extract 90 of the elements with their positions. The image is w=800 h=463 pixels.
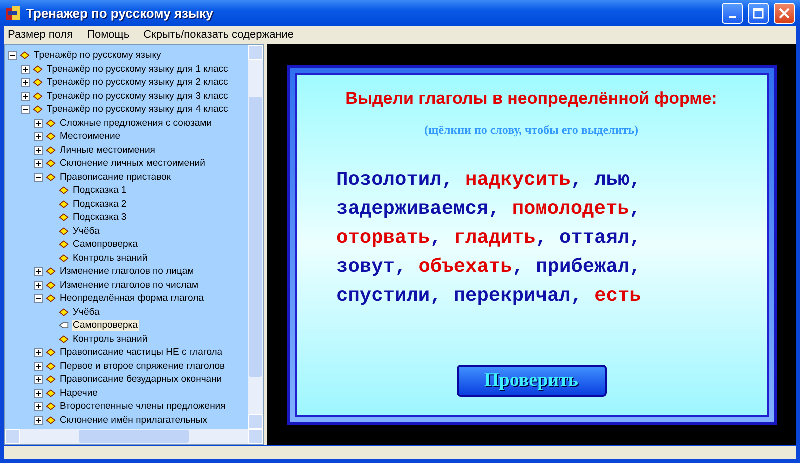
expand-icon[interactable]	[34, 362, 43, 371]
tree-item[interactable]: Изменение глаголов по лицам	[59, 266, 196, 278]
tree-item[interactable]: Неопределённая форма глагола	[59, 293, 205, 304]
tree-item[interactable]: Сложные предложения с союзами	[59, 118, 214, 129]
maximize-button[interactable]	[748, 2, 769, 24]
maximize-icon	[753, 8, 764, 18]
tree-item[interactable]: Наречие	[59, 388, 99, 399]
comma: ,	[536, 226, 548, 250]
word[interactable]: помолодеть	[512, 196, 630, 222]
expand-icon[interactable]	[34, 132, 43, 142]
tree-item[interactable]: Тренажёр по русскому языку	[33, 50, 162, 62]
tree-item[interactable]: Склонение личных местоимений	[59, 158, 206, 170]
tree-item[interactable]: Подсказка 1	[72, 185, 128, 196]
collapse-icon[interactable]	[34, 294, 43, 304]
comma: ,	[442, 168, 454, 192]
close-button[interactable]	[774, 2, 795, 24]
word[interactable]: надкусить	[466, 168, 571, 192]
tree-item[interactable]: Контроль знаний	[72, 252, 149, 264]
tree-item[interactable]: Изменение глаголов по числам	[59, 280, 200, 291]
menu-item[interactable]: Размер поля	[8, 29, 74, 41]
word[interactable]: задерживаемся	[336, 196, 489, 222]
comma: ,	[570, 168, 583, 192]
tree-item[interactable]: Личные местоимения	[59, 144, 156, 156]
comma: ,	[395, 254, 407, 280]
expand-icon[interactable]	[34, 267, 43, 276]
expand-icon[interactable]	[34, 146, 43, 155]
collapse-icon[interactable]	[21, 105, 30, 114]
collapse-icon[interactable]	[34, 172, 43, 182]
word[interactable]: Позолотил	[336, 168, 442, 192]
comma: ,	[629, 196, 642, 222]
tree-item[interactable]: Подсказка 3	[72, 212, 128, 224]
word[interactable]: оторвать	[336, 226, 430, 250]
menu-item[interactable]: Помощь	[87, 29, 130, 41]
tree-item[interactable]: Правописание частицы НЕ с глагола	[59, 347, 224, 358]
exercise-hint: (щёлкни по слову, чтобы его выделить)	[424, 122, 638, 138]
word[interactable]: есть	[594, 284, 642, 308]
comma: ,	[430, 226, 442, 250]
tree-item[interactable]: Первое и второе спряжение глаголов	[59, 360, 226, 372]
expand-icon[interactable]	[34, 375, 43, 384]
expand-icon[interactable]	[34, 388, 43, 398]
tree-item[interactable]: Тренажёр по русскому языку для 4 класс	[46, 104, 230, 116]
close-icon	[779, 8, 790, 18]
comma: ,	[630, 168, 642, 192]
menu-item[interactable]: Скрыть/показать содержание	[144, 29, 294, 41]
tree-item[interactable]: Учёба	[72, 226, 101, 237]
vertical-scrollbar[interactable]	[248, 45, 263, 429]
comma: ,	[512, 254, 524, 280]
minimize-button[interactable]	[722, 2, 743, 24]
expand-icon[interactable]	[34, 280, 43, 290]
tree-item[interactable]: Самопроверка	[72, 320, 139, 332]
tree-item[interactable]: Второстепенные члены предложения	[59, 401, 227, 412]
check-button[interactable]: Проверить	[456, 364, 606, 396]
word[interactable]: гладить	[454, 226, 536, 250]
word[interactable]: зовут	[336, 254, 396, 280]
expand-icon[interactable]	[21, 78, 30, 88]
word[interactable]: прибежал	[536, 254, 630, 280]
tree-item[interactable]: Подсказка 2	[72, 198, 128, 210]
collapse-icon[interactable]	[8, 51, 17, 60]
expand-icon[interactable]	[34, 118, 43, 128]
horizontal-scrollbar[interactable]	[5, 429, 263, 444]
tree-item[interactable]: Самопроверка	[72, 239, 139, 250]
expand-icon[interactable]	[34, 159, 43, 168]
minimize-icon	[729, 16, 736, 18]
tree-item[interactable]: Правописание приставок	[59, 172, 172, 183]
word[interactable]: перекричал	[454, 284, 571, 308]
comma: ,	[430, 284, 442, 308]
tree-item[interactable]: Тренажёр по русскому языку для 1 класс	[46, 64, 230, 75]
expand-icon[interactable]	[21, 64, 30, 74]
tree-item[interactable]: Правописание безударных окончани	[59, 374, 224, 386]
tree-item[interactable]: Склонение имён прилагательных	[59, 414, 208, 426]
word[interactable]: спустили	[336, 284, 430, 308]
tree-item[interactable]: Учёба	[72, 306, 101, 318]
expand-icon[interactable]	[34, 402, 43, 412]
tree-item[interactable]: Местоимение	[59, 131, 122, 142]
comma: ,	[488, 196, 500, 222]
exercise-title: Выдели глаголы в неопределённой форме:	[346, 88, 718, 108]
tree-item[interactable]: Тренажёр по русскому языку для 2 класс	[46, 77, 230, 88]
word[interactable]: оттаял	[559, 226, 630, 250]
tree-item[interactable]: Тренажёр по русскому языку для 3 класс	[46, 90, 230, 102]
tree-item[interactable]: Контроль знаний	[72, 334, 149, 345]
word[interactable]: лью	[594, 168, 630, 192]
comma: ,	[570, 284, 583, 308]
expand-icon[interactable]	[21, 92, 30, 101]
expand-icon[interactable]	[34, 416, 43, 425]
expand-icon[interactable]	[34, 348, 43, 358]
comma: ,	[630, 254, 642, 280]
comma: ,	[630, 226, 642, 250]
window-title: Тренажер по русскому языку	[26, 6, 214, 20]
app-icon	[5, 5, 21, 21]
word[interactable]: объехать	[418, 254, 512, 280]
